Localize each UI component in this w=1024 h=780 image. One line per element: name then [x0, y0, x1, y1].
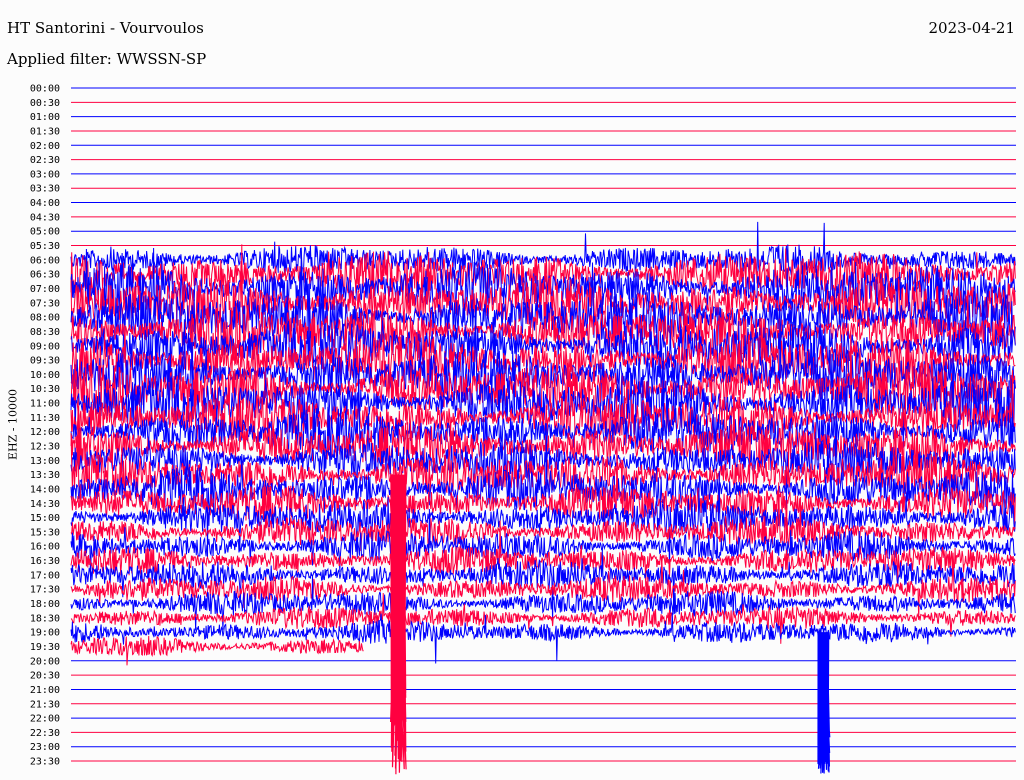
time-tick-label: 00:30: [30, 98, 60, 109]
time-tick-label: 22:30: [30, 728, 60, 739]
time-tick-label: 03:30: [30, 184, 60, 195]
time-tick-label: 15:30: [30, 527, 60, 538]
time-tick-label: 04:00: [30, 198, 60, 209]
time-tick-label: 14:00: [30, 484, 60, 495]
time-tick-label: 12:30: [30, 442, 60, 453]
time-tick-label: 16:00: [30, 542, 60, 553]
time-tick-label: 13:00: [30, 456, 60, 467]
time-tick-label: 16:30: [30, 556, 60, 567]
time-tick-label: 05:30: [30, 241, 60, 252]
earthquake-event-trace: [390, 474, 407, 775]
time-tick-label: 08:00: [30, 313, 60, 324]
time-tick-label: 00:00: [30, 84, 60, 95]
time-tick-label: 23:00: [30, 742, 60, 753]
time-tick-label: 03:00: [30, 169, 60, 180]
time-tick-label: 15:00: [30, 513, 60, 524]
time-tick-label: 06:00: [30, 255, 60, 266]
time-tick-label: 08:30: [30, 327, 60, 338]
time-tick-label: 20:30: [30, 671, 60, 682]
seismic-trace-1800: [70, 574, 1016, 631]
time-tick-label: 02:30: [30, 155, 60, 166]
time-tick-label: 18:00: [30, 599, 60, 610]
time-tick-label: 23:30: [30, 757, 60, 768]
earthquake-event-trace: [817, 632, 831, 774]
time-tick-label: 20:00: [30, 656, 60, 667]
time-tick-label: 09:30: [30, 356, 60, 367]
time-tick-label: 06:30: [30, 270, 60, 281]
time-tick-label: 09:00: [30, 341, 60, 352]
time-tick-label: 17:30: [30, 585, 60, 596]
time-tick-label: 13:30: [30, 470, 60, 481]
time-tick-label: 19:30: [30, 642, 60, 653]
time-tick-label: 11:00: [30, 399, 60, 410]
time-tick-label: 21:30: [30, 699, 60, 710]
time-tick-label: 17:00: [30, 570, 60, 581]
time-tick-label: 21:00: [30, 685, 60, 696]
time-tick-label: 07:00: [30, 284, 60, 295]
time-tick-label: 11:30: [30, 413, 60, 424]
helicorder-plot: 00:00 00:30 01:00 01:30 02:00 02:30 03:00 03:30…: [30, 84, 1016, 775]
time-tick-label: 19:00: [30, 628, 60, 639]
time-tick-label: 07:30: [30, 298, 60, 309]
time-tick-label: 05:00: [30, 227, 60, 238]
time-tick-label: 01:30: [30, 126, 60, 137]
time-tick-label: 14:30: [30, 499, 60, 510]
time-tick-label: 12:00: [30, 427, 60, 438]
time-tick-label: 02:00: [30, 141, 60, 152]
time-tick-label: 04:30: [30, 212, 60, 223]
time-tick-label: 22:00: [30, 714, 60, 725]
time-tick-label: 10:30: [30, 384, 60, 395]
time-tick-label: 18:30: [30, 613, 60, 624]
time-tick-label: 01:00: [30, 112, 60, 123]
time-tick-label: 10:00: [30, 370, 60, 381]
